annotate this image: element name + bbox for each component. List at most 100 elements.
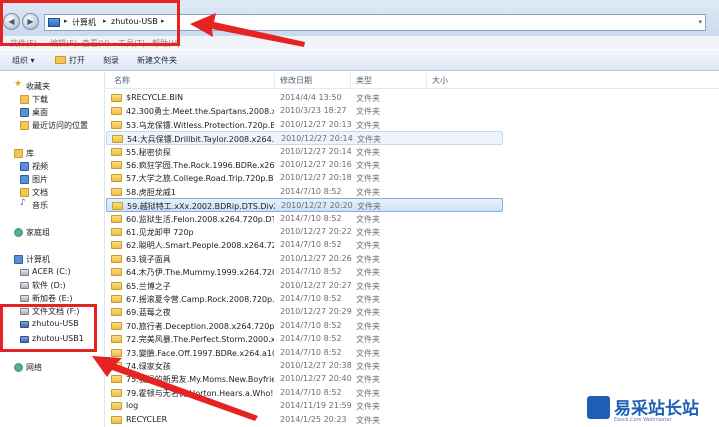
file-type: 文件夹 <box>356 241 380 251</box>
file-type: 文件夹 <box>356 402 380 412</box>
file-name: log <box>126 401 139 411</box>
file-date: 2014/1/25 20:23 <box>280 414 347 424</box>
nav-item-pictures[interactable]: 图片 <box>0 173 105 186</box>
nav-label: 最近访问的位置 <box>32 121 88 130</box>
file-name: 42.300勇士.Meet.the.Spartans.2008.x264.720… <box>126 107 274 117</box>
chevron-down-icon[interactable]: ▾ <box>698 18 702 26</box>
watermark-subtext: Easck.Com Webmaster <box>614 417 672 423</box>
file-row[interactable]: 53.乌龙保镖.Witless.Protection.720p.BluRay 20… <box>106 118 719 131</box>
organize-button[interactable]: 组织 ▾ <box>12 55 35 66</box>
file-row[interactable]: 74.绿家女孩 2010/12/27 20:38 文件夹 <box>106 359 719 372</box>
folder-icon <box>111 375 122 384</box>
folder-icon <box>111 348 122 357</box>
nav-label: 软件 (D:) <box>32 281 66 290</box>
music-icon: ♪ <box>20 198 26 208</box>
file-row[interactable]: 75.我妈的新男友.My.Moms.New.Boyfriend 2010/12/2… <box>106 372 719 385</box>
file-row[interactable]: 67.摇滚夏令营.Camp.Rock.2008.720p.HDTV 2014/7/… <box>106 292 719 305</box>
file-type: 文件夹 <box>356 281 380 291</box>
file-type: 文件夹 <box>356 94 380 103</box>
file-name: 63.镜子面具 <box>126 254 171 264</box>
file-date: 2010/12/27 20:22 <box>280 227 352 236</box>
file-date: 2014/11/19 21:59 <box>280 401 352 411</box>
nav-item-downloads[interactable]: 下载 <box>0 93 105 106</box>
nav-item-drive-d[interactable]: 软件 (D:) <box>0 279 105 292</box>
nav-label: 音乐 <box>32 201 48 210</box>
file-row[interactable]: 69.蓝莓之夜 2010/12/27 20:29 文件夹 <box>106 305 719 318</box>
file-row[interactable]: 59.越狱特工.xXx.2002.BDRip.DTS.DivX6 2010/12/… <box>106 198 503 212</box>
file-row[interactable]: 54.大兵保镖.Drillbit.Taylor.2008.x264.720p 20… <box>106 131 503 145</box>
file-row[interactable]: $RECYCLE.BIN 2014/4/4 13:50 文件夹 <box>106 91 719 104</box>
nav-label: 新加卷 (E:) <box>32 294 73 303</box>
column-divider[interactable] <box>274 73 275 88</box>
file-type: 文件夹 <box>357 202 381 212</box>
drive-icon <box>20 282 29 289</box>
column-divider[interactable] <box>350 73 351 88</box>
nav-libraries[interactable]: 库 <box>0 147 105 160</box>
folder-icon <box>111 295 122 303</box>
file-date: 2014/7/10 8:52 <box>280 267 342 277</box>
file-row[interactable]: 73.變臉.Face.Off.1997.BDRe.x264.a108 2014/7… <box>106 346 719 359</box>
nav-item-desktop[interactable]: 桌面 <box>0 106 105 119</box>
nav-item-documents[interactable]: 文档 <box>0 186 105 199</box>
file-row[interactable]: 65.兰博之子 2010/12/27 20:27 文件夹 <box>106 279 719 292</box>
file-row[interactable]: 63.镜子面具 2010/12/27 20:26 文件夹 <box>106 252 719 265</box>
file-row[interactable]: 60.监狱生活.Felon.2008.x264.720p.DTS 2014/7/1… <box>106 212 719 225</box>
file-name: 56.疯狂学园.The.Rock.1996.BDRe.x264 <box>126 161 274 170</box>
file-type: 文件夹 <box>356 254 380 264</box>
file-type: 文件夹 <box>357 135 381 145</box>
new-folder-button[interactable]: 新建文件夹 <box>137 55 177 66</box>
file-row[interactable]: 62.聪明人.Smart.People.2008.x264.720p 2014/7… <box>106 238 719 251</box>
file-name: 69.蓝莓之夜 <box>126 308 171 318</box>
column-date[interactable]: 修改日期 <box>280 75 312 86</box>
file-date: 2014/7/10 8:52 <box>280 320 342 330</box>
file-row[interactable]: 42.300勇士.Meet.the.Spartans.2008.x264.720… <box>106 104 719 117</box>
homegroup-icon <box>14 228 23 237</box>
file-type: 文件夹 <box>356 321 380 331</box>
computer-icon <box>14 255 23 264</box>
file-name: 57.大学之旅.College.Road.Trip.720p.BluRay <box>126 174 274 184</box>
column-name[interactable]: 名称 <box>114 75 130 86</box>
file-date: 2014/7/10 8:52 <box>280 347 342 357</box>
file-type: 文件夹 <box>356 187 380 197</box>
file-row[interactable]: 64.木乃伊.The.Mummy.1999.x264.720p.DTS 2014/… <box>106 265 719 278</box>
file-type: 文件夹 <box>356 147 380 157</box>
file-row[interactable]: 57.大学之旅.College.Road.Trip.720p.BluRay 201… <box>106 171 719 184</box>
watermark: 易采站长站 Easck.Com Webmaster <box>583 393 719 427</box>
column-size[interactable]: 大小 <box>432 75 448 86</box>
nav-item-recent[interactable]: 最近访问的位置 <box>0 119 105 132</box>
folder-icon <box>111 335 122 344</box>
nav-network[interactable]: 网络 <box>0 361 105 374</box>
column-type[interactable]: 类型 <box>356 75 372 86</box>
file-type: 文件夹 <box>356 107 380 117</box>
open-folder-icon <box>55 56 66 64</box>
file-date: 2014/7/10 8:52 <box>280 387 342 397</box>
file-row[interactable]: 56.疯狂学园.The.Rock.1996.BDRe.x264 2010/12/2… <box>106 158 719 171</box>
file-row[interactable]: 70.旅行者.Deception.2008.x264.720p.DTS 2014/… <box>106 319 719 332</box>
file-type: 文件夹 <box>356 375 380 385</box>
file-date: 2010/12/27 20:27 <box>280 280 352 290</box>
nav-item-drive-c[interactable]: ACER (C:) <box>0 266 105 279</box>
nav-label: 文档 <box>32 188 48 197</box>
file-row[interactable]: 55.秘密侦探 2010/12/27 20:14 文件夹 <box>106 145 719 158</box>
file-date: 2010/12/27 20:26 <box>280 253 352 263</box>
open-button[interactable]: 打开 <box>69 55 85 66</box>
nav-favorites[interactable]: ★ 收藏夹 <box>0 79 105 93</box>
nav-item-videos[interactable]: 视频 <box>0 160 105 173</box>
burn-button[interactable]: 刻录 <box>103 55 119 66</box>
file-date: 2010/12/27 20:16 <box>280 160 352 169</box>
nav-computer[interactable]: 计算机 <box>0 253 105 266</box>
file-type: 文件夹 <box>356 295 380 304</box>
file-name: 55.秘密侦探 <box>126 147 171 157</box>
file-date: 2014/7/10 8:52 <box>280 334 342 344</box>
file-name: 74.绿家女孩 <box>126 362 171 371</box>
file-name: 60.监狱生活.Felon.2008.x264.720p.DTS <box>126 214 274 224</box>
file-type: 文件夹 <box>356 308 380 318</box>
folder-icon <box>111 107 122 116</box>
file-row[interactable]: 72.完美风暴.The.Perfect.Storm.2000.x264 2014/… <box>106 332 719 345</box>
nav-homegroup[interactable]: 家庭组 <box>0 226 105 239</box>
folder-icon <box>111 241 122 250</box>
column-divider[interactable] <box>426 73 427 88</box>
file-row[interactable]: 61.见龙卸甲 720p 2010/12/27 20:22 文件夹 <box>106 225 719 238</box>
file-row[interactable]: 58.虎胆龙威1 2014/7/10 8:52 文件夹 <box>106 185 719 198</box>
nav-item-music[interactable]: ♪ 音乐 <box>0 198 105 212</box>
